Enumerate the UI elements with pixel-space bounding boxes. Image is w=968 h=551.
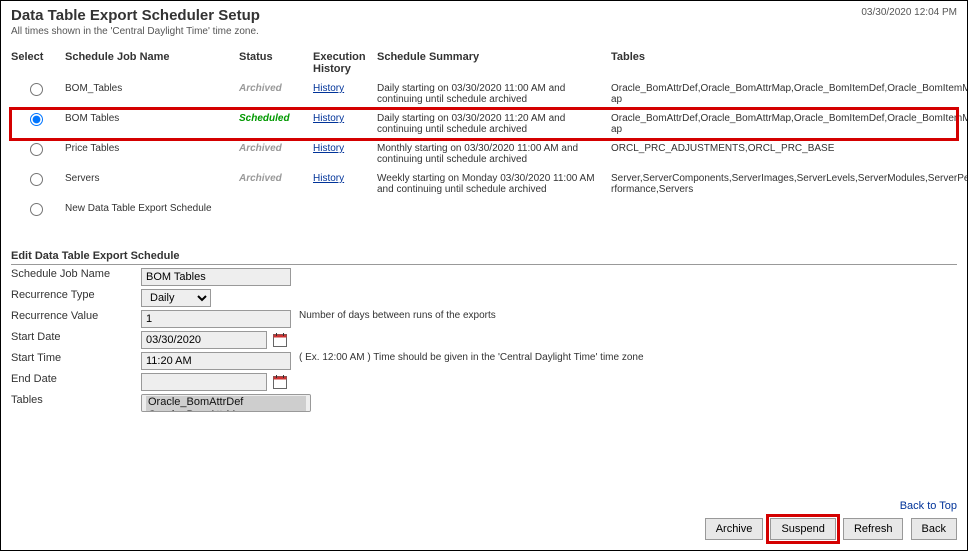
label-end-date: End Date	[11, 373, 141, 385]
calendar-icon[interactable]	[271, 373, 289, 391]
col-select: Select	[11, 51, 61, 63]
summary-cell: Daily starting on 03/30/2020 11:00 AM an…	[377, 83, 607, 105]
history-link[interactable]: History	[313, 83, 344, 94]
back-button[interactable]: Back	[911, 518, 957, 540]
tables-cell: Oracle_BomAttrDef,Oracle_BomAttrMap,Orac…	[611, 113, 968, 135]
table-row: Servers Archived History Weekly starting on…	[11, 169, 957, 199]
page-timestamp: 03/30/2020 12:04 PM	[861, 7, 957, 18]
select-radio[interactable]	[30, 83, 43, 96]
start-time-note: ( Ex. 12:00 AM ) Time should be given in…	[299, 352, 644, 363]
col-status: Status	[239, 51, 309, 63]
summary-cell: Weekly starting on Monday 03/30/2020 11:…	[377, 173, 607, 195]
select-radio[interactable]	[30, 143, 43, 156]
history-link[interactable]: History	[313, 113, 344, 124]
tables-cell: ORCL_PRC_ADJUSTMENTS,ORCL_PRC_BASE	[611, 143, 968, 154]
table-row: BOM Tables Scheduled History Daily starting…	[11, 109, 957, 139]
start-date-input[interactable]	[141, 331, 267, 349]
timezone-note: All times shown in the 'Central Daylight…	[11, 26, 260, 37]
back-to-top-link[interactable]: Back to Top	[701, 500, 957, 512]
suspend-button[interactable]: Suspend	[770, 518, 835, 540]
refresh-button[interactable]: Refresh	[843, 518, 904, 540]
label-rec-type: Recurrence Type	[11, 289, 141, 301]
summary-cell: Monthly starting on 03/30/2020 11:00 AM …	[377, 143, 607, 165]
table-row: Price Tables Archived History Monthly start…	[11, 139, 957, 169]
col-summary: Schedule Summary	[377, 51, 607, 63]
edit-title: Edit Data Table Export Schedule	[11, 250, 957, 265]
schedule-table: Select Schedule Job Name Status Executio…	[11, 47, 957, 220]
tables-option[interactable]: Oracle_BomAttrMap	[146, 409, 306, 412]
table-row: New Data Table Export Schedule	[11, 199, 957, 220]
label-start-time: Start Time	[11, 352, 141, 364]
tables-option[interactable]: Oracle_BomAttrDef	[146, 396, 306, 409]
col-exec-history: Execution History	[313, 51, 373, 75]
history-link[interactable]: History	[313, 173, 344, 184]
calendar-icon[interactable]	[271, 331, 289, 349]
col-tables: Tables	[611, 51, 968, 63]
tables-cell: Oracle_BomAttrDef,Oracle_BomAttrMap,Orac…	[611, 83, 968, 105]
end-date-input[interactable]	[141, 373, 267, 391]
job-name-cell: Servers	[65, 173, 235, 184]
status-cell: Archived	[239, 83, 309, 94]
status-cell: Archived	[239, 143, 309, 154]
select-radio[interactable]	[30, 173, 43, 186]
job-name-input[interactable]	[141, 268, 291, 286]
job-name-cell: New Data Table Export Schedule	[65, 203, 235, 214]
edit-section: Edit Data Table Export Schedule Schedule…	[11, 250, 957, 412]
label-job-name: Schedule Job Name	[11, 268, 141, 280]
history-link[interactable]: History	[313, 143, 344, 154]
status-cell: Archived	[239, 173, 309, 184]
label-tables: Tables	[11, 394, 141, 406]
summary-cell: Daily starting on 03/30/2020 11:20 AM an…	[377, 113, 607, 135]
rec-value-note: Number of days between runs of the expor…	[299, 310, 496, 321]
status-cell: Scheduled	[239, 113, 309, 124]
tables-cell: Server,ServerComponents,ServerImages,Ser…	[611, 173, 968, 195]
col-job-name: Schedule Job Name	[65, 51, 235, 63]
recurrence-value-input[interactable]	[141, 310, 291, 328]
archive-button[interactable]: Archive	[705, 518, 764, 540]
table-row: BOM_Tables Archived History Daily starting …	[11, 79, 957, 109]
table-header: Select Schedule Job Name Status Executio…	[11, 47, 957, 79]
page-title: Data Table Export Scheduler Setup	[11, 7, 260, 24]
job-name-cell: BOM_Tables	[65, 83, 235, 94]
job-name-cell: BOM Tables	[65, 113, 235, 124]
select-radio[interactable]	[30, 113, 43, 126]
job-name-cell: Price Tables	[65, 143, 235, 154]
label-rec-value: Recurrence Value	[11, 310, 141, 322]
select-radio[interactable]	[30, 203, 43, 216]
start-time-input[interactable]	[141, 352, 291, 370]
tables-multiselect[interactable]: Oracle_BomAttrDefOracle_BomAttrMapOracle…	[141, 394, 311, 412]
recurrence-type-select[interactable]: Daily	[141, 289, 211, 307]
label-start-date: Start Date	[11, 331, 141, 343]
